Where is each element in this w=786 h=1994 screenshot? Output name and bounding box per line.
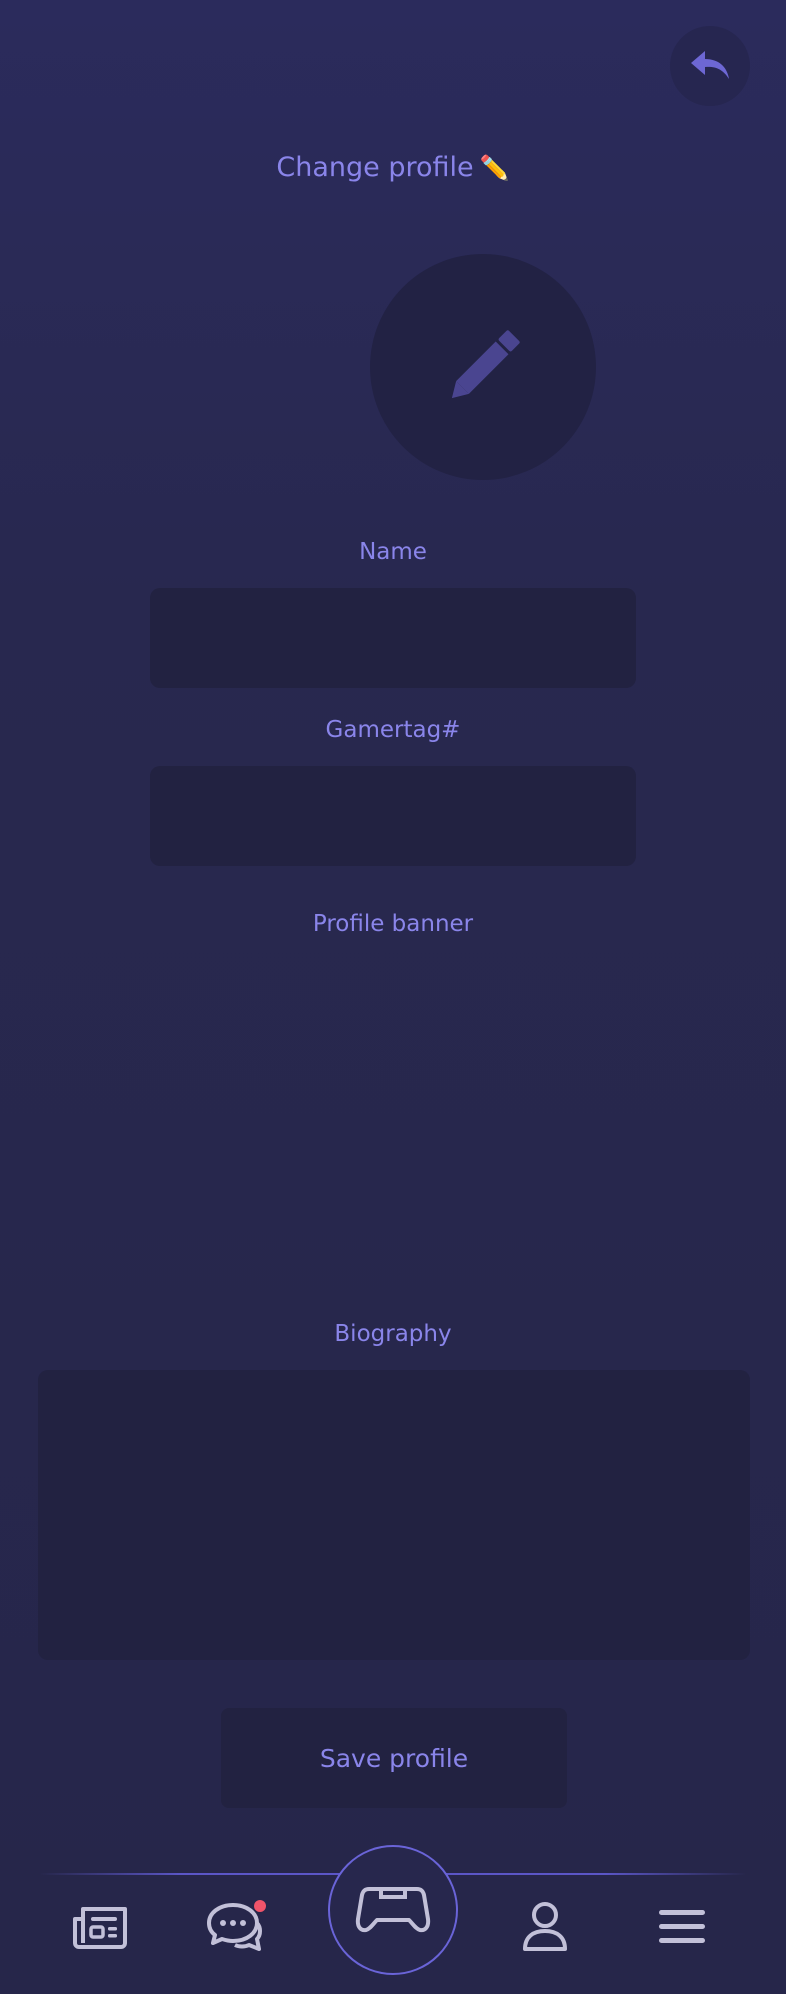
biography-label: Biography xyxy=(334,1321,452,1347)
profile-banner-upload[interactable] xyxy=(150,955,636,1275)
save-profile-button[interactable]: Save profile xyxy=(221,1708,567,1808)
gamertag-input[interactable] xyxy=(150,766,636,866)
nav-chat[interactable] xyxy=(200,1896,268,1956)
name-input[interactable] xyxy=(150,588,636,688)
newspaper-icon xyxy=(73,1907,127,1949)
gamepad-icon xyxy=(355,1887,431,1933)
page-title: Change profile ✏️ xyxy=(0,152,786,183)
user-icon xyxy=(523,1902,567,1951)
nav-profile[interactable] xyxy=(520,1898,570,1956)
profile-banner-label: Profile banner xyxy=(312,911,474,937)
pencil-icon xyxy=(451,330,520,399)
menu-icon xyxy=(659,1910,705,1943)
chat-notification-dot xyxy=(254,1900,266,1912)
avatar-upload[interactable] xyxy=(370,254,596,480)
pencil-emoji-icon: ✏️ xyxy=(479,154,510,182)
gamertag-label: Gamertag# xyxy=(325,717,461,743)
name-label: Name xyxy=(359,539,427,565)
nav-news[interactable] xyxy=(70,1902,130,1952)
biography-textarea[interactable] xyxy=(38,1370,750,1660)
reply-arrow-icon xyxy=(691,51,729,79)
nav-menu[interactable] xyxy=(655,1906,709,1948)
back-button[interactable] xyxy=(670,26,750,106)
nav-games[interactable] xyxy=(328,1845,458,1975)
page-title-text: Change profile xyxy=(276,152,474,183)
